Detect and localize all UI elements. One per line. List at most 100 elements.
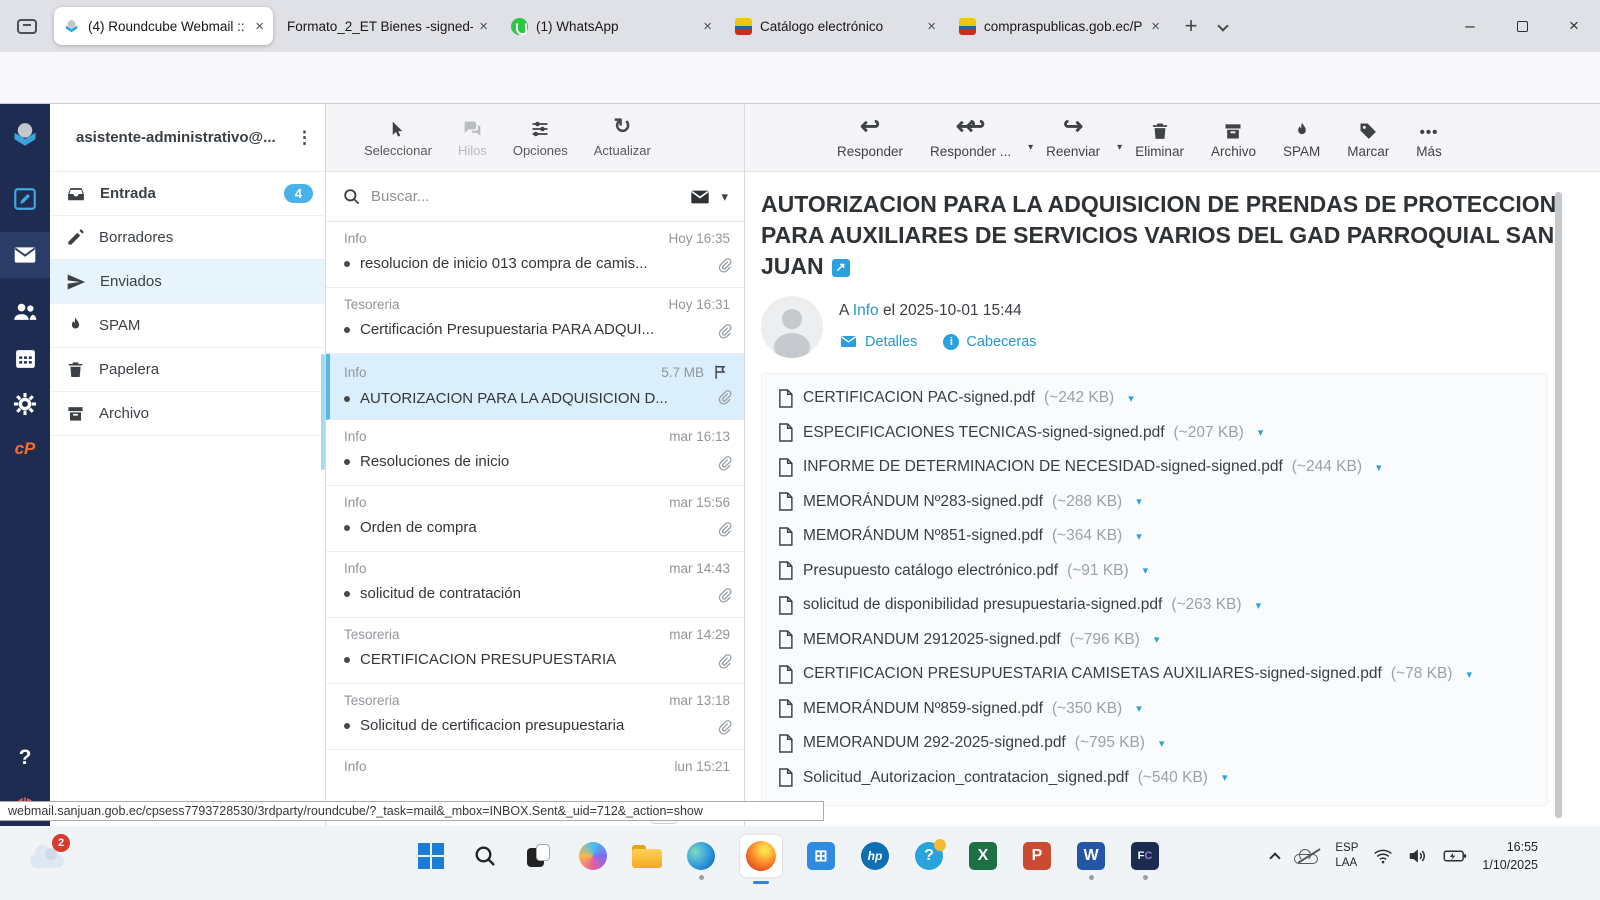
- folder-papelera[interactable]: Papelera: [50, 348, 325, 392]
- attachment-row[interactable]: solicitud de disponibilidad presupuestar…: [777, 588, 1532, 623]
- flag-icon[interactable]: [712, 363, 730, 381]
- contacts-icon[interactable]: [11, 298, 39, 326]
- attachment-row[interactable]: Solicitud_Autorizacion_contratacion_sign…: [777, 761, 1532, 796]
- refresh-button[interactable]: ↻ Actualizar: [594, 117, 651, 158]
- excel-button[interactable]: X: [968, 841, 998, 871]
- tab-close-icon[interactable]: ×: [255, 18, 264, 35]
- cpanel-icon[interactable]: cP: [15, 439, 36, 459]
- attachment-name[interactable]: ESPECIFICACIONES TECNICAS-signed-signed.…: [803, 424, 1165, 442]
- search-options-caret-icon[interactable]: ▾: [721, 189, 728, 205]
- attachment-row[interactable]: INFORME DE DETERMINACION DE NECESIDAD-si…: [777, 450, 1532, 485]
- clock[interactable]: 16:55 1/10/2025: [1482, 838, 1538, 874]
- attachment-menu-caret-icon[interactable]: ▾: [1256, 599, 1262, 612]
- attachment-row[interactable]: ESPECIFICACIONES TECNICAS-signed-signed.…: [777, 416, 1532, 451]
- folder-entrada[interactable]: Entrada 4: [50, 172, 325, 216]
- wifi-icon[interactable]: [1373, 847, 1393, 865]
- attachment-row[interactable]: MEMORÁNDUM Nº283-signed.pdf (~288 KB) ▾: [777, 485, 1532, 520]
- attachment-name[interactable]: MEMORANDUM 292-2025-signed.pdf: [803, 734, 1066, 752]
- attachment-name[interactable]: solicitud de disponibilidad presupuestar…: [803, 596, 1162, 614]
- attachment-row[interactable]: MEMORÁNDUM Nº851-signed.pdf (~364 KB) ▾: [777, 519, 1532, 554]
- attachment-menu-caret-icon[interactable]: ▾: [1154, 633, 1160, 646]
- attachment-menu-caret-icon[interactable]: ▾: [1222, 771, 1228, 784]
- folder-borradores[interactable]: Borradores: [50, 216, 325, 260]
- mail-icon[interactable]: [0, 232, 50, 278]
- new-tab-button[interactable]: +: [1174, 13, 1208, 39]
- attachment-menu-caret-icon[interactable]: ▾: [1159, 737, 1165, 750]
- weather-widget[interactable]: 2: [30, 840, 68, 870]
- attachment-name[interactable]: MEMORÁNDUM Nº283-signed.pdf: [803, 493, 1043, 511]
- reply-all-caret-icon[interactable]: ▾: [1028, 142, 1033, 153]
- firefox-button[interactable]: [740, 835, 782, 877]
- powerpoint-button[interactable]: P: [1022, 841, 1052, 871]
- reply-all-button[interactable]: ↩↩ Responder ...: [930, 117, 1011, 159]
- attachment-row[interactable]: CERTIFICACION PAC-signed.pdf (~242 KB) ▾: [777, 381, 1532, 416]
- attachment-name[interactable]: Solicitud_Autorizacion_contratacion_sign…: [803, 769, 1129, 787]
- external-link-icon[interactable]: ↗: [832, 259, 850, 277]
- maximize-button[interactable]: [1496, 0, 1548, 52]
- attachment-menu-caret-icon[interactable]: ▾: [1143, 564, 1149, 577]
- threads-button[interactable]: Hilos: [458, 117, 487, 158]
- scope-envelope-icon[interactable]: [689, 186, 711, 208]
- help-button[interactable]: ?: [914, 841, 944, 871]
- attachment-row[interactable]: MEMORANDUM 2912025-signed.pdf (~796 KB) …: [777, 623, 1532, 658]
- attachment-menu-caret-icon[interactable]: ▾: [1136, 530, 1142, 543]
- firmaec-button[interactable]: FC: [1130, 841, 1160, 871]
- reply-button[interactable]: ↩ Responder: [837, 117, 903, 159]
- attachment-name[interactable]: Presupuesto catálogo electrónico.pdf: [803, 562, 1058, 580]
- attachment-menu-caret-icon[interactable]: ▾: [1128, 392, 1134, 405]
- folder-enviados[interactable]: Enviados: [50, 260, 325, 304]
- store-button[interactable]: ⊞: [806, 841, 836, 871]
- attachment-name[interactable]: MEMORANDUM 2912025-signed.pdf: [803, 631, 1061, 649]
- attachment-row[interactable]: MEMORANDUM 292-2025-signed.pdf (~795 KB)…: [777, 726, 1532, 761]
- message-row[interactable]: TesoreriaHoy 16:31 Certificación Presupu…: [326, 288, 744, 354]
- archive-button[interactable]: Archivo: [1211, 117, 1256, 159]
- message-row[interactable]: Infomar 14:43 solicitud de contratación: [326, 552, 744, 618]
- message-row[interactable]: Infomar 15:56 Orden de compra: [326, 486, 744, 552]
- close-button[interactable]: ×: [1548, 0, 1600, 52]
- volume-icon[interactable]: [1408, 847, 1428, 865]
- tab-whatsapp[interactable]: (1) WhatsApp ×: [502, 7, 721, 45]
- copilot-button[interactable]: [578, 841, 608, 871]
- attachment-name[interactable]: INFORME DE DETERMINACION DE NECESIDAD-si…: [803, 458, 1283, 476]
- onedrive-paused-icon[interactable]: [1294, 848, 1320, 864]
- task-view-button[interactable]: [524, 841, 554, 871]
- attachment-name[interactable]: CERTIFICACION PRESUPUESTARIA CAMISETAS A…: [803, 665, 1382, 683]
- edge-button[interactable]: [686, 841, 716, 871]
- roundcube-logo-icon[interactable]: [10, 120, 40, 150]
- settings-gear-icon[interactable]: [12, 391, 38, 417]
- details-button[interactable]: Detalles: [839, 332, 917, 351]
- attachment-name[interactable]: MEMORÁNDUM Nº859-signed.pdf: [803, 700, 1043, 718]
- tray-chevron-up-icon[interactable]: [1270, 852, 1281, 863]
- message-row[interactable]: Infomar 16:13 Resoluciones de inicio: [326, 420, 744, 486]
- start-button[interactable]: [416, 841, 446, 871]
- attachment-row[interactable]: Presupuesto catálogo electrónico.pdf (~9…: [777, 554, 1532, 589]
- folder-scrollbar[interactable]: [321, 354, 325, 470]
- more-button[interactable]: ••• Más: [1416, 117, 1442, 159]
- select-button[interactable]: Seleccionar: [364, 117, 432, 158]
- tab-close-icon[interactable]: ×: [703, 18, 712, 35]
- forward-button[interactable]: ↪ Reenviar: [1046, 117, 1100, 159]
- battery-icon[interactable]: [1443, 848, 1467, 864]
- tab-compraspublicas[interactable]: compraspublicas.gob.ec/P ×: [950, 7, 1169, 45]
- delete-button[interactable]: Eliminar: [1135, 117, 1184, 159]
- attachment-menu-caret-icon[interactable]: ▾: [1376, 461, 1382, 474]
- tab-close-icon[interactable]: ×: [1151, 18, 1160, 35]
- account-menu-icon[interactable]: ⋮: [296, 128, 313, 148]
- tab-close-icon[interactable]: ×: [927, 18, 936, 35]
- attachment-menu-caret-icon[interactable]: ▾: [1136, 702, 1142, 715]
- list-all-tabs-button[interactable]: [1208, 22, 1238, 30]
- attachment-menu-caret-icon[interactable]: ▾: [1136, 495, 1142, 508]
- attachment-menu-caret-icon[interactable]: ▾: [1466, 668, 1472, 681]
- calendar-icon[interactable]: [13, 346, 38, 371]
- attachment-name[interactable]: CERTIFICACION PAC-signed.pdf: [803, 389, 1035, 407]
- forward-caret-icon[interactable]: ▾: [1117, 142, 1122, 153]
- mark-button[interactable]: Marcar: [1347, 117, 1389, 159]
- options-button[interactable]: Opciones: [513, 117, 568, 158]
- to-name-link[interactable]: Info: [853, 302, 879, 319]
- taskbar-search-button[interactable]: [470, 841, 500, 871]
- headers-button[interactable]: i Cabeceras: [943, 334, 1036, 350]
- file-explorer-button[interactable]: [632, 841, 662, 871]
- tab-close-icon[interactable]: ×: [479, 18, 488, 35]
- folder-archivo[interactable]: Archivo: [50, 392, 325, 436]
- message-row-selected[interactable]: Info 5.7 MB AUTORIZACION PARA LA ADQUISI…: [326, 354, 744, 420]
